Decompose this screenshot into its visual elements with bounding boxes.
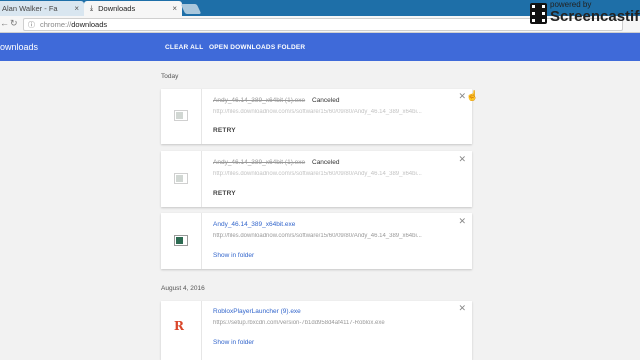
file-name-link[interactable]: RobloxPlayerLauncher (9).exe	[213, 308, 301, 315]
date-heading: August 4, 2016	[161, 285, 205, 292]
download-item: Andy_46.14_389_x64bit (1).exe Canceled h…	[161, 151, 472, 207]
watermark-brand: Screencastify L	[550, 8, 640, 25]
icon-column: R	[161, 301, 202, 360]
tab-downloads[interactable]: ⤓ Downloads ×	[84, 1, 182, 16]
page-title: ownloads	[0, 42, 39, 52]
reload-icon[interactable]: ↻	[10, 18, 18, 29]
tab-label: Downloads	[98, 4, 136, 13]
url-path: downloads	[71, 20, 108, 29]
file-name: Andy_46.14_389_x64bit (1).exe	[213, 97, 306, 104]
retry-button[interactable]: RETRY	[213, 127, 236, 134]
show-in-folder-link[interactable]: Show in folder	[213, 252, 254, 259]
download-url: http://files.downloadnow.com/s/software/…	[213, 109, 422, 115]
film-icon	[530, 3, 547, 24]
close-icon[interactable]: ✕	[458, 303, 466, 314]
open-downloads-folder-button[interactable]: OPEN DOWNLOADS FOLDER	[209, 44, 305, 51]
file-name-link[interactable]: Andy_46.14_389_x64bit.exe	[213, 221, 295, 228]
tab-label: Alan Walker - Fa	[2, 4, 58, 13]
file-icon	[174, 173, 188, 184]
icon-column	[161, 89, 202, 144]
download-url: https://setup.rbxcdn.com/version-7b1dd95…	[213, 320, 385, 326]
tab-alan-walker[interactable]: Alan Walker - Fa ×	[0, 1, 84, 16]
clear-all-button[interactable]: CLEAR ALL	[165, 44, 203, 51]
hand-cursor-icon: ☝	[466, 91, 479, 102]
download-icon: ⤓	[90, 4, 94, 12]
download-item: Andy_46.14_389_x64bit.exe http://files.d…	[161, 213, 472, 269]
file-name: Andy_46.14_389_x64bit (1).exe	[213, 159, 306, 166]
roblox-icon: R	[174, 319, 184, 333]
back-arrow-icon[interactable]: ←	[0, 18, 9, 28]
close-icon[interactable]: ×	[172, 4, 177, 13]
downloads-header: ownloads CLEAR ALL OPEN DOWNLOADS FOLDER	[0, 33, 640, 61]
info-icon: ⓘ	[28, 21, 35, 29]
download-url: http://files.downloadnow.com/s/software/…	[213, 171, 422, 177]
date-heading: Today	[161, 73, 179, 80]
new-tab-button[interactable]	[180, 4, 202, 14]
download-status: Canceled	[312, 159, 340, 166]
retry-button[interactable]: RETRY	[213, 190, 236, 197]
download-url: http://files.downloadnow.com/s/software/…	[213, 233, 422, 239]
show-in-folder-link[interactable]: Show in folder	[213, 339, 254, 346]
icon-column	[161, 213, 202, 269]
download-item: Andy_46.14_389_x64bit (1).exe Canceled h…	[161, 89, 472, 144]
download-status: Canceled	[312, 97, 340, 104]
close-icon[interactable]: ✕	[458, 216, 466, 227]
close-icon[interactable]: ✕	[458, 91, 466, 102]
file-icon	[174, 235, 188, 246]
close-icon[interactable]: ×	[74, 4, 79, 13]
file-icon	[174, 110, 188, 121]
close-icon[interactable]: ✕	[458, 154, 466, 165]
url-scheme: chrome://	[40, 20, 72, 29]
icon-column	[161, 151, 202, 207]
download-item: R RobloxPlayerLauncher (9).exe https://s…	[161, 301, 472, 360]
screencastify-watermark: powered by Screencastify L	[524, 0, 640, 32]
